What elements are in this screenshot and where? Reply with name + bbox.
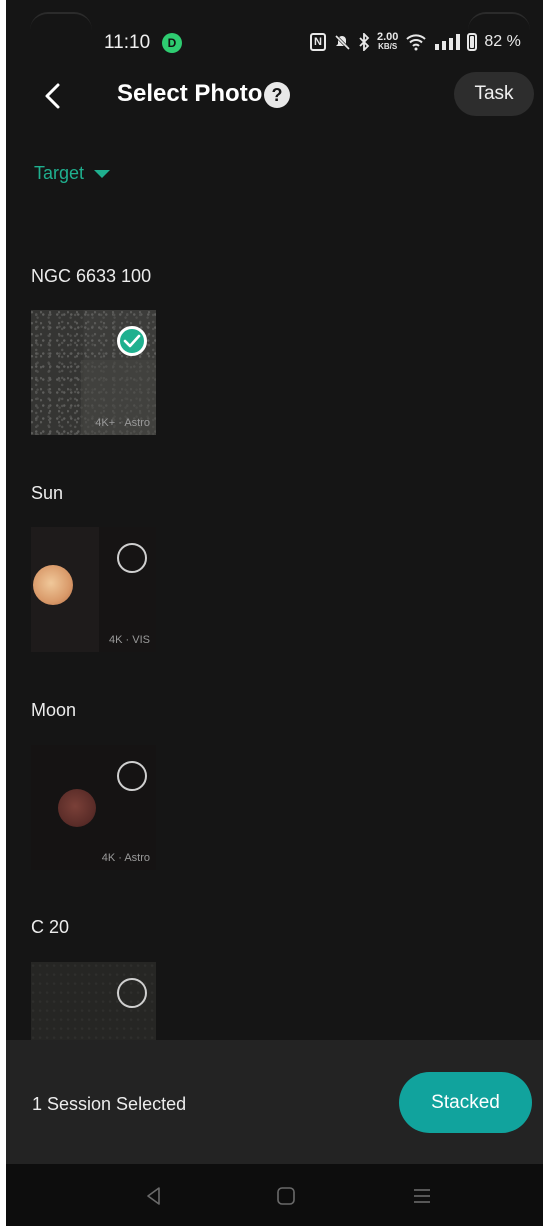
target-filter-label: Target: [34, 163, 85, 183]
photo-format-label: 4K · VIS: [109, 634, 150, 646]
target-filter-dropdown[interactable]: Target: [34, 163, 111, 184]
nav-home-icon[interactable]: [272, 1182, 300, 1210]
status-icons: N 2.00 KB/S 82 %: [310, 32, 521, 51]
selection-count-text: 1 Session Selected: [32, 1094, 187, 1114]
status-bar: 11:10 D N 2.00 KB/S 82 %: [6, 0, 543, 86]
app-screen: 11:10 D N 2.00 KB/S 82 % Select Photo ? …: [6, 0, 543, 1226]
mute-icon: [334, 34, 351, 50]
unselected-circle-icon[interactable]: [117, 761, 147, 791]
photo-thumbnail[interactable]: 4K+ · Astro: [31, 310, 156, 435]
nav-menu-icon[interactable]: [408, 1182, 436, 1210]
session-title: C 20: [31, 917, 70, 937]
network-speed-unit: KB/S: [378, 42, 398, 51]
session-title: NGC 6633 100: [31, 266, 152, 286]
screen-corner-right: [468, 12, 530, 32]
selected-check-icon[interactable]: [117, 326, 147, 356]
moon-image: [58, 789, 96, 827]
session-title: Moon: [31, 700, 77, 720]
photo-format-label: 4K · Astro: [101, 852, 150, 864]
help-icon[interactable]: ?: [264, 82, 290, 108]
stacked-button[interactable]: Stacked: [399, 1072, 532, 1133]
sun-image: [33, 565, 73, 605]
photo-thumbnail[interactable]: 4K · VIS: [31, 527, 156, 652]
photo-thumbnail[interactable]: 4K · Astro: [31, 745, 156, 870]
unselected-circle-icon[interactable]: [117, 978, 147, 1008]
network-speed: 2.00 KB/S: [377, 32, 398, 51]
battery-icon: [467, 32, 478, 51]
nav-back-icon[interactable]: [140, 1182, 168, 1210]
wifi-icon: [406, 33, 427, 50]
app-notification-icon: D: [162, 33, 182, 53]
signal-icon: [435, 33, 461, 50]
selection-bar: 1 Session Selected Stacked: [6, 1040, 543, 1164]
photo-format-label: 4K+ · Astro: [95, 417, 150, 429]
battery-percent: 82 %: [484, 32, 521, 50]
task-button[interactable]: Task: [454, 72, 534, 116]
system-nav-bar: [6, 1164, 543, 1226]
page-title: Select Photo: [117, 80, 263, 107]
photo-thumbnail[interactable]: [31, 962, 156, 1042]
status-time: 11:10: [104, 32, 151, 53]
screen-corner-left: [30, 12, 92, 32]
caret-down-icon: [94, 169, 111, 178]
unselected-circle-icon[interactable]: [117, 543, 147, 573]
bluetooth-icon: [359, 32, 370, 51]
nfc-icon: N: [310, 32, 326, 51]
back-arrow-icon[interactable]: [36, 78, 72, 114]
session-title: Sun: [31, 483, 64, 503]
